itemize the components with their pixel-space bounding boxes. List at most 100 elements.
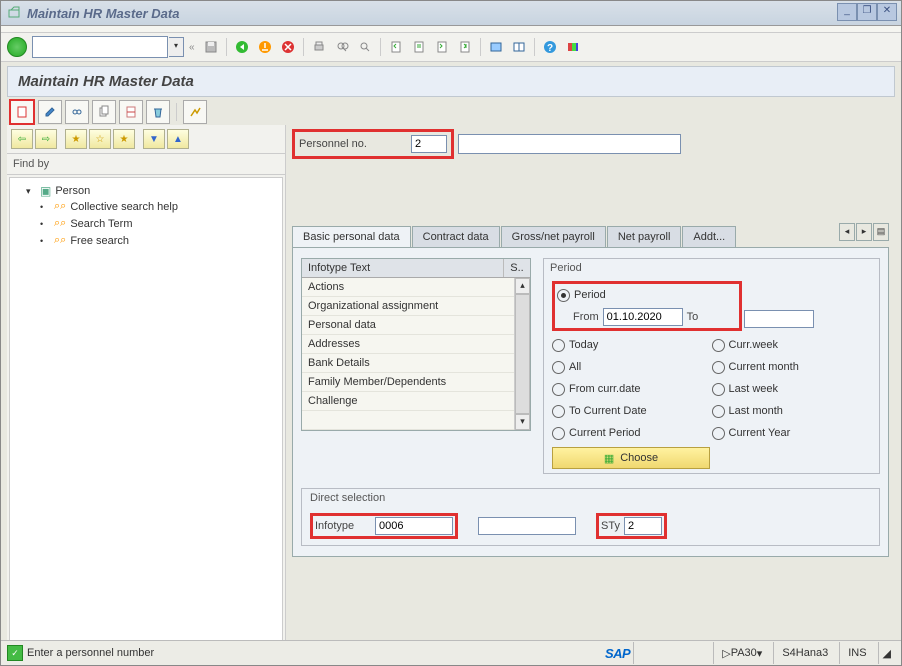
delete-button[interactable]: [146, 100, 170, 124]
close-button[interactable]: ✕: [877, 3, 897, 21]
command-dropdown[interactable]: ▾: [169, 37, 184, 57]
back-icon[interactable]: [231, 36, 253, 58]
infotype-text-input[interactable]: [478, 517, 576, 535]
tab-gross[interactable]: Gross/net payroll: [501, 226, 606, 247]
radio-period[interactable]: [557, 289, 570, 302]
last-page-icon[interactable]: [454, 36, 476, 58]
infotype-row[interactable]: Actions: [302, 278, 514, 297]
sap-window: Maintain HR Master Data _ ❐ ✕ ▾ « ? Main…: [0, 0, 902, 666]
tab-basic[interactable]: Basic personal data: [292, 226, 411, 247]
infotype-row[interactable]: Personal data: [302, 316, 514, 335]
col-status[interactable]: S..: [504, 259, 530, 277]
status-tcode[interactable]: ▷ PA30 ▾: [713, 642, 770, 664]
personnel-name-input[interactable]: [458, 134, 681, 154]
radio-tocurr[interactable]: [552, 405, 565, 418]
tab-contract[interactable]: Contract data: [412, 226, 500, 247]
radio-lastmonth[interactable]: [712, 405, 725, 418]
radio-label: From curr.date: [569, 383, 641, 395]
prev-page-icon[interactable]: [408, 36, 430, 58]
infotype-column: Infotype Text S.. Actions Organizational…: [301, 258, 531, 474]
tab-scroll-left-icon[interactable]: ◂: [839, 223, 855, 241]
sty-input[interactable]: [624, 517, 662, 535]
infotype-row[interactable]: Family Member/Dependents: [302, 373, 514, 392]
status-end-icon[interactable]: ◢: [878, 642, 895, 664]
radio-label: Current Period: [569, 427, 641, 439]
tree-label: Search Term: [70, 218, 132, 230]
menubar: [1, 26, 901, 33]
restore-button[interactable]: ❐: [857, 3, 877, 21]
enter-button[interactable]: [7, 37, 27, 57]
tree-node-freesearch[interactable]: •⌕⌕Free search: [40, 234, 280, 247]
infotype-row[interactable]: Bank Details: [302, 354, 514, 373]
tab-scroll-right-icon[interactable]: ▸: [856, 223, 872, 241]
choose-icon: ▦: [604, 452, 614, 465]
next-page-icon[interactable]: [431, 36, 453, 58]
to-date-input[interactable]: [744, 310, 814, 328]
delimit-button[interactable]: [119, 100, 143, 124]
radio-currweek[interactable]: [712, 339, 725, 352]
print-icon[interactable]: [308, 36, 330, 58]
fav-icon[interactable]: ☆: [89, 129, 111, 149]
radio-fromcurr[interactable]: [552, 383, 565, 396]
expand-icon[interactable]: ▼: [143, 129, 165, 149]
chevron-left-icon: «: [189, 42, 195, 53]
fav-del-icon[interactable]: ★: [113, 129, 135, 149]
fav-add-icon[interactable]: ★: [65, 129, 87, 149]
tab-addt[interactable]: Addt...: [682, 226, 736, 247]
new-session-icon[interactable]: [485, 36, 507, 58]
personnel-row: Personnel no.: [292, 131, 889, 157]
personnel-no-input[interactable]: [411, 135, 447, 153]
status-message: Enter a personnel number: [27, 647, 154, 659]
svg-text:?: ?: [547, 43, 553, 54]
choose-button[interactable]: ▦ Choose: [552, 447, 710, 469]
radio-label: Current month: [729, 361, 799, 373]
tab-net[interactable]: Net payroll: [607, 226, 682, 247]
from-date-input[interactable]: [603, 308, 683, 326]
radio-label: All: [569, 361, 581, 373]
overview-button[interactable]: [183, 100, 207, 124]
layout-icon[interactable]: [508, 36, 530, 58]
tree-node-person[interactable]: ▾▣Person: [26, 184, 280, 198]
radio-currmonth[interactable]: [712, 361, 725, 374]
find-next-icon[interactable]: [354, 36, 376, 58]
grid-scrollbar[interactable]: ▴ ▾: [514, 278, 530, 430]
tab-list-icon[interactable]: ▤: [873, 223, 889, 241]
minimize-button[interactable]: _: [837, 3, 857, 21]
display-button[interactable]: [65, 100, 89, 124]
save-icon[interactable]: [200, 36, 222, 58]
status-system[interactable]: S4Hana3: [773, 642, 836, 664]
radio-today[interactable]: [552, 339, 565, 352]
infotype-row[interactable]: Challenge: [302, 392, 514, 411]
nav-back-icon[interactable]: ⇦: [11, 129, 33, 149]
scroll-up-icon[interactable]: ▴: [515, 278, 530, 294]
customize-icon[interactable]: [562, 36, 584, 58]
change-button[interactable]: [38, 100, 62, 124]
collapse-icon[interactable]: ▲: [167, 129, 189, 149]
highlight-personnel: Personnel no.: [292, 129, 454, 159]
command-field[interactable]: [32, 36, 168, 58]
radio-curryear[interactable]: [712, 427, 725, 440]
scroll-thumb[interactable]: [515, 294, 530, 414]
exit-icon[interactable]: [254, 36, 276, 58]
find-icon[interactable]: [331, 36, 353, 58]
tree-node-collective[interactable]: •⌕⌕Collective search help: [40, 200, 280, 213]
col-infotype-text[interactable]: Infotype Text: [302, 259, 504, 277]
radio-currperiod[interactable]: [552, 427, 565, 440]
scroll-down-icon[interactable]: ▾: [515, 414, 530, 430]
binoculars-icon: ⌕⌕: [54, 234, 66, 247]
nav-forward-icon[interactable]: ⇨: [35, 129, 57, 149]
infotype-row[interactable]: Addresses: [302, 335, 514, 354]
tree-node-searchterm[interactable]: •⌕⌕Search Term: [40, 217, 280, 230]
infotype-input[interactable]: [375, 517, 453, 535]
first-page-icon[interactable]: [385, 36, 407, 58]
radio-all[interactable]: [552, 361, 565, 374]
status-mode[interactable]: INS: [839, 642, 874, 664]
infotype-row[interactable]: [302, 411, 514, 430]
copy-button[interactable]: [92, 100, 116, 124]
help-icon[interactable]: ?: [539, 36, 561, 58]
infotype-row[interactable]: Organizational assignment: [302, 297, 514, 316]
cancel-icon[interactable]: [277, 36, 299, 58]
object-tree[interactable]: ▾▣Person •⌕⌕Collective search help •⌕⌕Se…: [9, 177, 283, 663]
radio-lastweek[interactable]: [712, 383, 725, 396]
create-button[interactable]: [9, 99, 35, 125]
